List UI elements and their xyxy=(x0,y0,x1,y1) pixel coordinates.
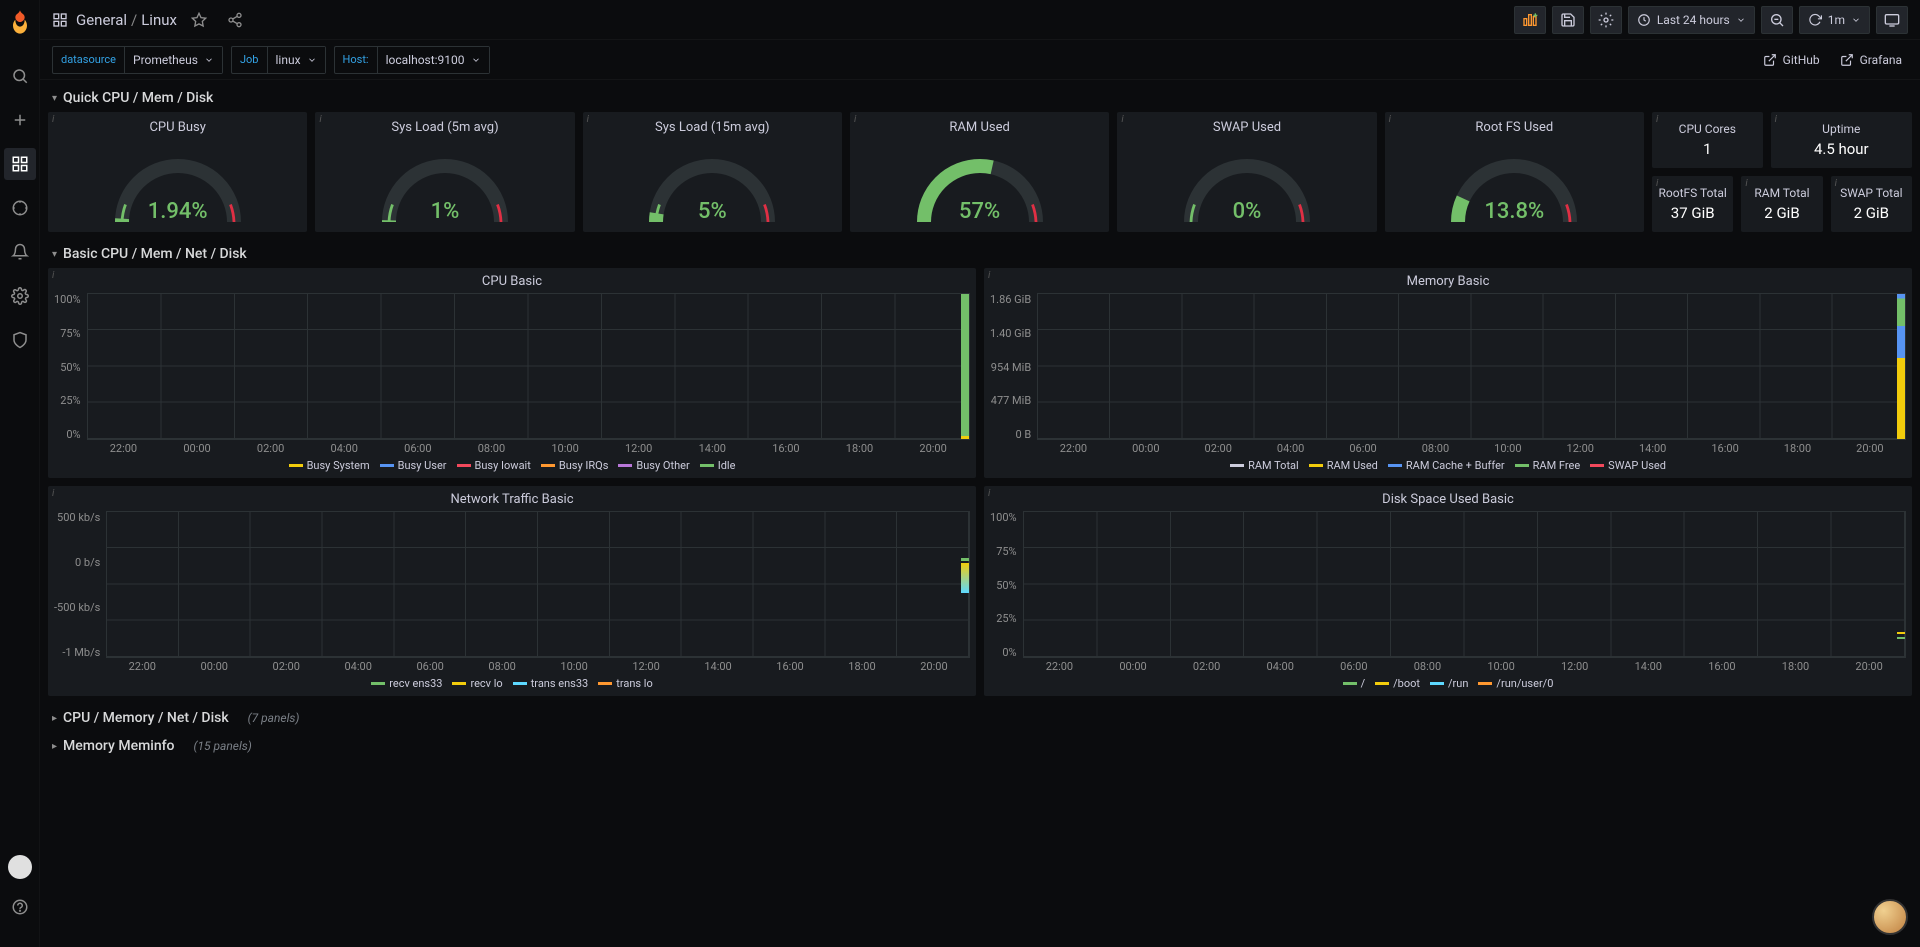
gauge-sys-load-5m-avg-[interactable]: i Sys Load (5m avg) 1% xyxy=(315,112,574,232)
tv-mode-button[interactable] xyxy=(1876,6,1908,34)
link-github[interactable]: GitHub xyxy=(1757,49,1826,71)
var-host-select[interactable]: localhost:9100 xyxy=(377,47,489,73)
nav-admin[interactable] xyxy=(4,324,36,356)
panel-disk-basic[interactable]: i Disk Space Used Basic 100%75%50%25%0% … xyxy=(984,486,1912,696)
nav-configuration[interactable] xyxy=(4,280,36,312)
stat-rootfs[interactable]: iRootFS Total37 GiB xyxy=(1652,176,1733,232)
var-host: Host: localhost:9100 xyxy=(334,46,490,74)
nav-dashboards[interactable] xyxy=(4,148,36,180)
dashboard-content: ▾Quick CPU / Mem / Disk i CPU Busy 1.94%… xyxy=(40,80,1920,947)
dashboard-icon xyxy=(52,12,68,28)
panel-network-basic[interactable]: i Network Traffic Basic 500 kb/s0 b/s-50… xyxy=(48,486,976,696)
time-range-picker[interactable]: Last 24 hours xyxy=(1628,6,1755,34)
nav-search[interactable] xyxy=(4,60,36,92)
var-datasource-select[interactable]: Prometheus xyxy=(124,47,222,73)
user-avatar[interactable] xyxy=(8,855,32,879)
star-button[interactable] xyxy=(185,6,213,34)
refresh-picker[interactable]: 1m xyxy=(1799,6,1870,34)
gauge-sys-load-15m-avg-[interactable]: i Sys Load (15m avg) 5% xyxy=(583,112,842,232)
row-basic[interactable]: ▾Basic CPU / Mem / Net / Disk xyxy=(48,240,1912,268)
panel-cpu-basic[interactable]: i CPU Basic 100%75%50%25%0% 22:0000:0002… xyxy=(48,268,976,478)
nav-explore[interactable] xyxy=(4,192,36,224)
add-panel-button[interactable] xyxy=(1514,6,1546,34)
gauge-swap-used[interactable]: i SWAP Used 0% xyxy=(1117,112,1376,232)
chevron-right-icon: ▸ xyxy=(52,741,57,752)
grafana-logo-icon[interactable] xyxy=(6,8,34,36)
panel-memory-basic[interactable]: i Memory Basic 1.86 GiB1.40 GiB954 MiB47… xyxy=(984,268,1912,478)
settings-button[interactable] xyxy=(1590,6,1622,34)
link-grafana[interactable]: Grafana xyxy=(1834,49,1908,71)
stat-swap[interactable]: iSWAP Total2 GiB xyxy=(1831,176,1912,232)
var-datasource: datasource Prometheus xyxy=(52,46,223,74)
variable-bar: datasource Prometheus Job linux Host: lo… xyxy=(40,40,1920,80)
zoom-out-button[interactable] xyxy=(1761,6,1793,34)
chevron-right-icon: ▸ xyxy=(52,713,57,724)
var-job-select[interactable]: linux xyxy=(267,47,325,73)
nav-create[interactable] xyxy=(4,104,36,136)
row-cpu-mem[interactable]: ▸CPU / Memory / Net / Disk (7 panels) xyxy=(48,704,1912,732)
save-button[interactable] xyxy=(1552,6,1584,34)
chevron-down-icon: ▾ xyxy=(52,249,57,260)
gauge-cpu-busy[interactable]: i CPU Busy 1.94% xyxy=(48,112,307,232)
var-job: Job linux xyxy=(231,46,326,74)
gauge-ram-used[interactable]: i RAM Used 57% xyxy=(850,112,1109,232)
breadcrumb[interactable]: General/Linux xyxy=(76,11,177,29)
stat-cpu-cores[interactable]: iCPU Cores1 xyxy=(1652,112,1763,168)
stat-ram[interactable]: iRAM Total2 GiB xyxy=(1741,176,1822,232)
chevron-down-icon: ▾ xyxy=(52,93,57,104)
row-quick[interactable]: ▾Quick CPU / Mem / Disk xyxy=(48,84,1912,112)
row-meminfo[interactable]: ▸Memory Meminfo (15 panels) xyxy=(48,732,1912,760)
nav-help[interactable] xyxy=(4,891,36,923)
gauge-root-fs-used[interactable]: i Root FS Used 13.8% xyxy=(1385,112,1644,232)
nav-sidebar xyxy=(0,0,40,947)
stat-uptime[interactable]: iUptime4.5 hour xyxy=(1771,112,1912,168)
topbar: General/Linux Last 24 hours 1m xyxy=(40,0,1920,40)
share-button[interactable] xyxy=(221,6,249,34)
nav-alerting[interactable] xyxy=(4,236,36,268)
floating-avatar[interactable] xyxy=(1872,899,1908,935)
